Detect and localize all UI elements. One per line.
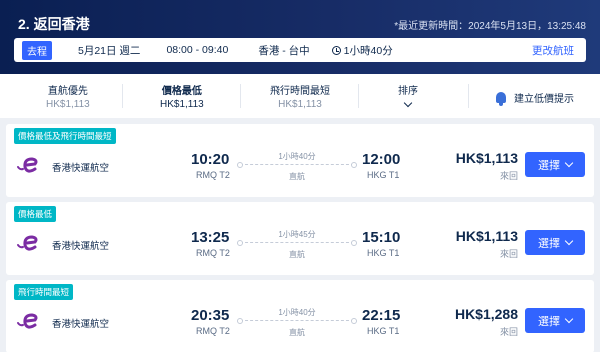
select-button-label: 選擇 — [538, 315, 560, 328]
chevron-down-icon — [564, 236, 574, 246]
airline-logo-icon — [17, 157, 38, 173]
trip-date: 5月21日 週二 — [78, 44, 141, 57]
flight-duration: 1小時40分 — [278, 308, 316, 317]
flight-price: HK$1,113 — [455, 228, 518, 244]
route-line — [237, 318, 357, 324]
sort-dropdown[interactable]: 排序 — [398, 82, 418, 109]
airline-name: 香港快運航空 — [52, 319, 110, 330]
sort-direct-price: HK$1,113 — [46, 99, 90, 110]
divider — [240, 84, 241, 108]
trip-time: 08:00 - 09:40 — [166, 44, 229, 56]
select-button-label: 選擇 — [538, 237, 560, 250]
flight-tag: 價格最低及飛行時間最短 — [14, 128, 116, 144]
trip-duration-text: 1小時40分 — [343, 44, 393, 57]
airline-name: 香港快運航空 — [52, 241, 110, 252]
sort-lowest-label: 價格最低 — [161, 86, 202, 97]
trip-duration: 1小時40分 — [331, 43, 393, 58]
price-note: 來回 — [499, 249, 518, 259]
sort-lowest-price-value: HK$1,113 — [160, 99, 204, 110]
airline-name: 香港快運航空 — [52, 163, 110, 174]
sort-direct-first[interactable]: 直航優先 HK$1,113 — [46, 82, 90, 110]
flight-tag: 飛行時間最短 — [14, 284, 74, 300]
price-note: 來回 — [499, 327, 518, 337]
flight-stops: 直航 — [289, 172, 305, 181]
divider — [468, 84, 469, 108]
flight-price: HK$1,288 — [454, 306, 518, 322]
arrival-time: 15:10 — [362, 229, 401, 246]
flight-price: HK$1,113 — [455, 150, 518, 166]
departure-time: 20:35 — [191, 307, 230, 324]
page-title: 2. 返回香港 — [18, 16, 90, 32]
chevron-down-icon — [564, 158, 574, 168]
sort-dropdown-label: 排序 — [398, 86, 418, 97]
flight-card[interactable]: 價格最低 香港快運航空 13:25 RMQ T2 1小時45分 直航 15:10… — [6, 202, 594, 275]
select-flight-button[interactable]: 選擇 — [525, 230, 585, 255]
departure-airport: RMQ T2 — [196, 170, 230, 180]
price-alert-button[interactable]: 建立低價提示 — [496, 90, 574, 106]
last-updated-text: *最近更新時間：2024年5月13日，13:25:48 — [394, 21, 586, 32]
outbound-trip-bar: 去程 5月21日 週二 08:00 - 09:40 香港 - 台中 1小時40分… — [14, 38, 586, 62]
sort-shortest-label: 飛行時間最短 — [270, 86, 330, 97]
arrival-time: 22:15 — [362, 307, 401, 324]
change-flight-link[interactable]: 更改航班 — [532, 43, 574, 58]
select-button-label: 選擇 — [538, 159, 560, 172]
arrival-time: 12:00 — [362, 151, 401, 168]
sort-shortest-duration[interactable]: 飛行時間最短 HK$1,113 — [270, 82, 330, 110]
select-flight-button[interactable]: 選擇 — [525, 308, 585, 333]
divider — [122, 84, 123, 108]
divider — [358, 84, 359, 108]
sort-shortest-price: HK$1,113 — [278, 99, 322, 110]
departure-time: 13:25 — [191, 229, 230, 246]
flight-duration: 1小時45分 — [278, 230, 316, 239]
bell-icon — [496, 92, 506, 106]
flight-stops: 直航 — [289, 328, 305, 337]
chevron-down-icon — [403, 98, 413, 108]
airline-logo-icon — [17, 313, 38, 329]
flight-card[interactable]: 價格最低及飛行時間最短 香港快運航空 10:20 RMQ T2 1小時40分 直… — [6, 124, 594, 197]
flight-duration: 1小時40分 — [278, 152, 316, 161]
arrival-airport: HKG T1 — [367, 326, 400, 336]
clock-icon — [331, 45, 341, 55]
airline-logo-icon — [17, 235, 38, 251]
sort-lowest-price[interactable]: 價格最低 HK$1,113 — [160, 82, 204, 110]
departure-airport: RMQ T2 — [196, 326, 230, 336]
chevron-down-icon — [564, 314, 574, 324]
flight-tag: 價格最低 — [14, 206, 57, 222]
route-line — [237, 162, 357, 168]
arrival-airport: HKG T1 — [367, 170, 400, 180]
flight-stops: 直航 — [289, 250, 305, 259]
trip-route: 香港 - 台中 — [258, 44, 310, 57]
route-line — [237, 240, 357, 246]
departure-airport: RMQ T2 — [196, 248, 230, 258]
price-alert-label: 建立低價提示 — [514, 94, 574, 105]
flight-card[interactable]: 飛行時間最短 香港快運航空 20:35 RMQ T2 1小時40分 直航 22:… — [6, 280, 594, 352]
sort-bar: 直航優先 HK$1,113 價格最低 HK$1,113 飛行時間最短 HK$1,… — [0, 74, 600, 118]
arrival-airport: HKG T1 — [367, 248, 400, 258]
select-flight-button[interactable]: 選擇 — [525, 152, 585, 177]
sort-direct-label: 直航優先 — [47, 86, 88, 97]
header: 2. 返回香港 *最近更新時間：2024年5月13日，13:25:48 去程 5… — [0, 0, 600, 74]
outbound-badge: 去程 — [22, 40, 52, 60]
price-note: 來回 — [499, 171, 518, 181]
departure-time: 10:20 — [191, 151, 230, 168]
